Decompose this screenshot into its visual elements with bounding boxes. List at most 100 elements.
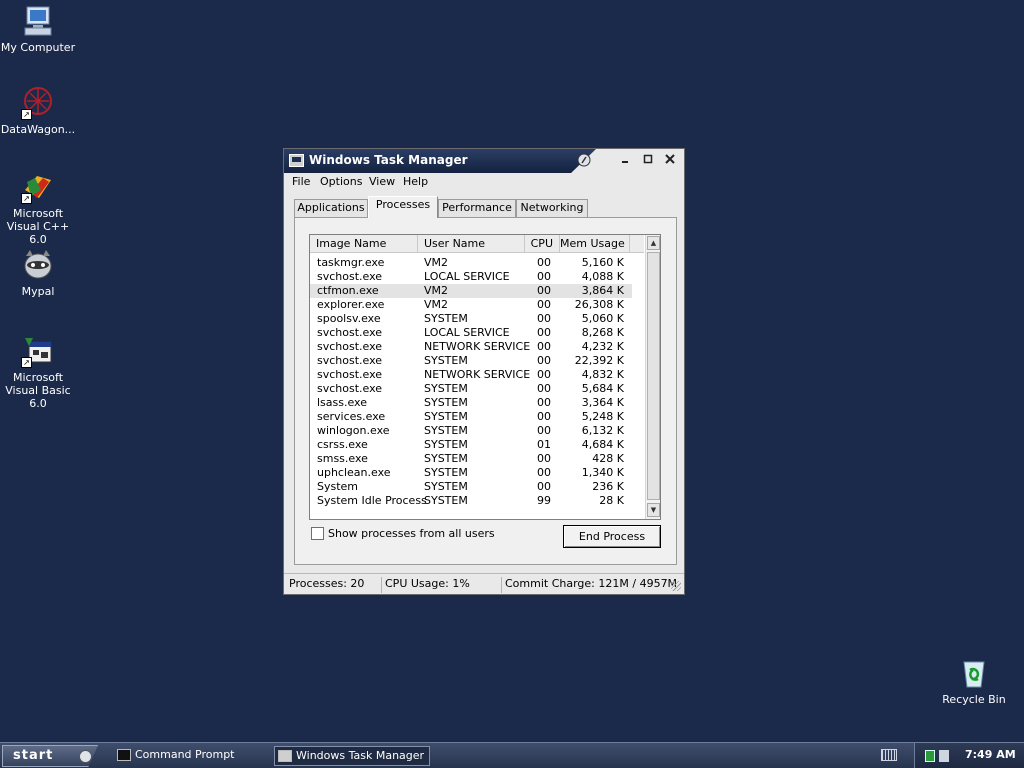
desktop-icon-visual-basic[interactable]: ↗ Microsoft Visual Basic 6.0: [0, 334, 78, 410]
table-row[interactable]: explorer.exe VM2 00 26,308 K: [310, 298, 632, 312]
network-icon[interactable]: [939, 750, 949, 762]
shortcut-arrow-icon: ↗: [21, 357, 32, 368]
menu-file[interactable]: File: [292, 175, 310, 188]
process-mem-usage: 26,308 K: [574, 298, 624, 311]
process-mem-usage: 5,160 K: [581, 256, 624, 269]
process-image-name: svchost.exe: [317, 368, 383, 381]
scroll-down-icon[interactable]: ▼: [647, 503, 660, 517]
tab-performance[interactable]: Performance: [438, 199, 516, 217]
process-mem-usage: 4,684 K: [581, 438, 624, 451]
menu-help[interactable]: Help: [403, 175, 428, 188]
taskbar-item-command-prompt[interactable]: Command Prompt: [114, 746, 268, 766]
list-header: Image Name User Name CPU Mem Usage: [310, 235, 644, 253]
clock[interactable]: 7:49 AM: [965, 748, 1016, 761]
process-user-name: SYSTEM: [424, 312, 468, 325]
maximize-button[interactable]: [640, 153, 656, 169]
taskbar-item-label: Windows Task Manager: [296, 749, 425, 762]
table-row[interactable]: spoolsv.exe SYSTEM 00 5,060 K: [310, 312, 632, 326]
table-row[interactable]: svchost.exe SYSTEM 00 5,684 K: [310, 382, 632, 396]
process-mem-usage: 6,132 K: [581, 424, 624, 437]
status-bar: Processes: 20 CPU Usage: 1% Commit Charg…: [284, 573, 684, 594]
process-mem-usage: 5,060 K: [581, 312, 624, 325]
help-icon[interactable]: [576, 153, 592, 169]
desktop-icon-datawagon[interactable]: ↗ DataWagon...: [0, 86, 78, 136]
task-manager-icon: [289, 154, 304, 167]
tray-app-icon[interactable]: [925, 750, 935, 762]
end-process-button[interactable]: End Process: [563, 525, 661, 548]
resize-grip-icon[interactable]: [671, 581, 681, 591]
table-row[interactable]: svchost.exe SYSTEM 00 22,392 K: [310, 354, 632, 368]
status-processes: Processes: 20: [289, 577, 365, 590]
table-row[interactable]: System Idle Process SYSTEM 99 28 K: [310, 494, 632, 508]
process-mem-usage: 1,340 K: [581, 466, 624, 479]
table-row[interactable]: svchost.exe NETWORK SERVICE 00 4,232 K: [310, 340, 632, 354]
process-cpu: 00: [537, 396, 551, 409]
process-list[interactable]: Image Name User Name CPU Mem Usage taskm…: [309, 234, 661, 520]
process-user-name: VM2: [424, 298, 449, 311]
desktop-icon-label: DataWagon...: [0, 123, 76, 136]
taskbar-item-label: Command Prompt: [135, 748, 235, 761]
keyboard-icon[interactable]: [881, 749, 897, 761]
computer-icon: [21, 4, 55, 38]
start-orb-icon: [79, 750, 92, 763]
process-image-name: smss.exe: [317, 452, 368, 465]
menu-options[interactable]: Options: [320, 175, 362, 188]
table-row[interactable]: System SYSTEM 00 236 K: [310, 480, 632, 494]
process-mem-usage: 22,392 K: [574, 354, 624, 367]
desktop-icon-mypal[interactable]: Mypal: [0, 248, 78, 298]
close-button[interactable]: [662, 153, 678, 169]
table-row[interactable]: smss.exe SYSTEM 00 428 K: [310, 452, 632, 466]
minimize-button[interactable]: [618, 153, 634, 169]
table-row[interactable]: svchost.exe LOCAL SERVICE 00 8,268 K: [310, 326, 632, 340]
start-label: start: [13, 748, 54, 763]
table-row[interactable]: svchost.exe LOCAL SERVICE 00 4,088 K: [310, 270, 632, 284]
process-image-name: svchost.exe: [317, 354, 383, 367]
tab-networking[interactable]: Networking: [516, 199, 588, 217]
menu-view[interactable]: View: [369, 175, 395, 188]
process-mem-usage: 5,684 K: [581, 382, 624, 395]
table-row[interactable]: services.exe SYSTEM 00 5,248 K: [310, 410, 632, 424]
scroll-thumb[interactable]: [647, 252, 660, 500]
process-mem-usage: 4,232 K: [581, 340, 624, 353]
process-cpu: 99: [537, 494, 551, 507]
process-user-name: SYSTEM: [424, 382, 468, 395]
process-cpu: 00: [537, 270, 551, 283]
system-tray: 7:49 AM: [914, 743, 1024, 768]
tab-applications[interactable]: Applications: [294, 199, 368, 217]
desktop-icon-label: Mypal: [21, 285, 55, 298]
table-row[interactable]: winlogon.exe SYSTEM 00 6,132 K: [310, 424, 632, 438]
taskbar-item-task-manager[interactable]: Windows Task Manager: [274, 746, 430, 766]
process-user-name: SYSTEM: [424, 466, 468, 479]
table-row[interactable]: taskmgr.exe VM2 00 5,160 K: [310, 256, 632, 270]
shortcut-arrow-icon: ↗: [21, 193, 32, 204]
table-row[interactable]: ctfmon.exe VM2 00 3,864 K: [310, 284, 632, 298]
datawagon-icon: ↗: [21, 86, 55, 120]
process-cpu: 00: [537, 312, 551, 325]
vertical-scrollbar[interactable]: ▲ ▼: [645, 235, 660, 519]
process-mem-usage: 3,364 K: [581, 396, 624, 409]
desktop-icon-visual-cpp[interactable]: ↗ Microsoft Visual C++ 6.0: [0, 170, 78, 246]
process-user-name: SYSTEM: [424, 452, 468, 465]
task-manager-window[interactable]: Windows Task Manager File Options View H…: [283, 148, 685, 595]
column-user-name[interactable]: User Name: [418, 235, 525, 253]
tab-processes[interactable]: Processes: [368, 196, 438, 218]
show-all-users-checkbox[interactable]: [311, 527, 324, 540]
scroll-up-icon[interactable]: ▲: [647, 236, 660, 250]
table-row[interactable]: csrss.exe SYSTEM 01 4,684 K: [310, 438, 632, 452]
process-user-name: NETWORK SERVICE: [424, 368, 531, 381]
start-button[interactable]: start: [2, 745, 98, 767]
desktop-icon-my-computer[interactable]: My Computer: [0, 4, 78, 54]
table-row[interactable]: uphclean.exe SYSTEM 00 1,340 K: [310, 466, 632, 480]
table-row[interactable]: svchost.exe NETWORK SERVICE 00 4,832 K: [310, 368, 632, 382]
title-bar[interactable]: Windows Task Manager: [284, 149, 684, 173]
process-cpu: 00: [537, 452, 551, 465]
desktop-icon-recycle-bin[interactable]: Recycle Bin: [934, 656, 1014, 706]
table-row[interactable]: lsass.exe SYSTEM 00 3,364 K: [310, 396, 632, 410]
process-user-name: SYSTEM: [424, 396, 468, 409]
status-cpu-usage: CPU Usage: 1%: [381, 577, 500, 593]
column-cpu[interactable]: CPU: [525, 235, 560, 253]
process-user-name: SYSTEM: [424, 354, 468, 367]
column-image-name[interactable]: Image Name: [310, 235, 418, 253]
process-cpu: 00: [537, 368, 551, 381]
column-mem-usage[interactable]: Mem Usage: [560, 235, 630, 253]
